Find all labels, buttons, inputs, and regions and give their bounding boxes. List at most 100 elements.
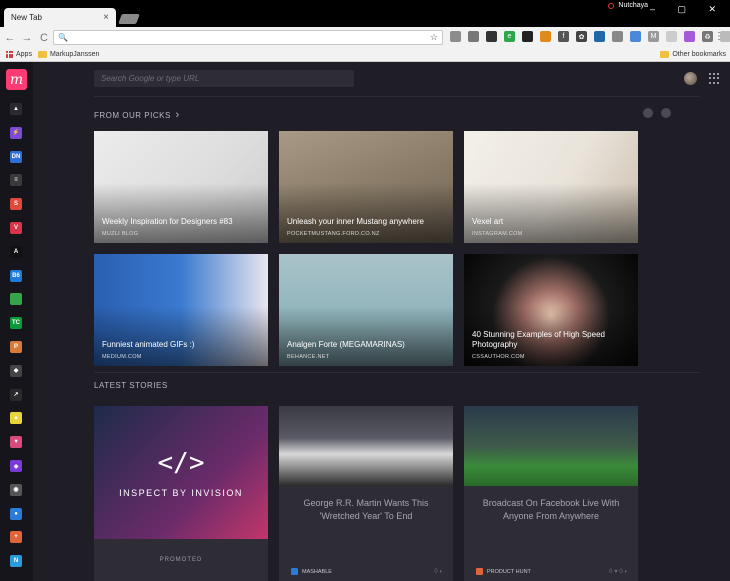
card-source: INSTAGRAM.COM [472, 231, 523, 237]
profile-button[interactable]: Nutchaya [608, 2, 648, 9]
sidebar-item-14[interactable]: ▲ [10, 412, 22, 425]
ext-5-icon[interactable] [522, 31, 533, 42]
story-counts: 0 ♥ 0 ◐ [609, 568, 628, 575]
ext-13-icon[interactable] [666, 31, 677, 42]
pick-card[interactable]: Analgen Forte (MEGAMARINAS) BEHANCE.NET [279, 254, 453, 366]
tab-new-tab[interactable]: New Tab × [4, 8, 116, 27]
picks-section-title[interactable]: FROM OUR PICKS › [94, 109, 180, 121]
sidebar-item-tc[interactable]: TC [10, 317, 22, 330]
folder-icon [37, 51, 47, 58]
browser-window: New Tab × Nutchaya – ▢ ✕ ← → C 🔍 ☆ e f ✿ M ♻… [0, 0, 730, 581]
sidebar-item-16[interactable]: ◈ [10, 460, 22, 472]
card-title: Weekly Inspiration for Designers #83 [102, 217, 233, 226]
sidebar-item-2[interactable]: ⚡ [10, 126, 22, 139]
ext-15-icon[interactable]: ♻ [702, 31, 713, 42]
story-image [279, 406, 453, 486]
divider [94, 96, 700, 97]
source-icon [476, 568, 483, 575]
browser-toolbar: ← → C 🔍 ☆ e f ✿ M ♻ ⋮ [0, 27, 730, 48]
window-controls[interactable]: – ▢ ✕ [650, 4, 726, 15]
muzli-sidebar: m ▲ ⚡ DN ≡ S V A B6 TC P ◆ ↗ ▲ ♥ ◈ ◉ ● + N [0, 62, 33, 581]
story-counts: 0 ◐ [434, 568, 443, 575]
ext-14-icon[interactable] [684, 31, 695, 42]
ext-4-icon[interactable]: e [504, 31, 515, 42]
recent-filter-icon[interactable] [661, 108, 671, 118]
ext-7-icon[interactable]: f [558, 31, 569, 42]
tab-title: New Tab [11, 13, 42, 22]
promo-headline: INSPECT BY INVISION [119, 488, 243, 498]
promoted-story-card[interactable]: </> INSPECT BY INVISION PROMOTED [94, 406, 268, 581]
address-bar[interactable]: 🔍 ☆ [53, 30, 443, 45]
sidebar-item-12[interactable]: ◆ [10, 364, 22, 377]
ext-2-icon[interactable] [468, 31, 479, 42]
profile-icon [608, 2, 615, 9]
sidebar-item-20[interactable]: N [10, 555, 22, 568]
back-arrow-icon[interactable]: ← [3, 32, 17, 44]
story-image [464, 406, 638, 486]
source-icon [291, 568, 298, 575]
pick-card[interactable]: Unleash your inner Mustang anywhere POCKE… [279, 131, 453, 243]
muzli-logo[interactable]: m [6, 69, 27, 90]
bookmark-folder-markupjanssen[interactable]: MarkupJanssen [37, 51, 100, 58]
pick-card[interactable]: Weekly Inspiration for Designers #83 MUZL… [94, 131, 268, 243]
card-source: MUZLI BLOG [102, 231, 139, 237]
sidebar-item-1[interactable]: ▲ [10, 103, 22, 115]
browser-menu-icon[interactable]: ⋮ [714, 31, 724, 42]
apps-grid-icon[interactable] [709, 73, 720, 84]
main-content: Search Google or type URL FROM OUR PICKS… [33, 62, 730, 581]
ext-12-icon[interactable]: M [648, 31, 659, 42]
reload-icon[interactable]: C [37, 32, 51, 44]
hot-filter-icon[interactable] [643, 108, 653, 118]
search-input[interactable]: Search Google or type URL [94, 70, 354, 87]
pick-card[interactable]: 40 Stunning Examples of High Speed Photo… [464, 254, 638, 366]
story-card[interactable]: George R.R. Martin Wants This 'Wretched … [279, 406, 453, 581]
sidebar-item-p[interactable]: P [10, 341, 22, 353]
bookmark-star-icon[interactable]: ☆ [430, 32, 438, 43]
ext-8-icon[interactable]: ✿ [576, 31, 587, 42]
latest-section-title: LATEST STORIES [94, 381, 168, 390]
ext-11-icon[interactable] [630, 31, 641, 42]
picks-title-text: FROM OUR PICKS [94, 111, 171, 120]
sidebar-item-15[interactable]: ♥ [10, 436, 22, 449]
sidebar-item-7[interactable]: A [10, 245, 22, 258]
apps-icon [6, 51, 13, 58]
ext-1-icon[interactable] [450, 31, 461, 42]
bookmarks-bar: Apps MarkupJanssen Other bookmarks [0, 48, 730, 62]
profile-name: Nutchaya [618, 2, 648, 9]
sidebar-item-17[interactable]: ◉ [10, 483, 22, 496]
story-source: PRODUCT HUNT [487, 568, 531, 575]
ext-6-icon[interactable] [540, 31, 551, 42]
divider [94, 372, 700, 373]
chevron-right-icon: › [175, 109, 180, 121]
ext-10-icon[interactable] [612, 31, 623, 42]
pick-card[interactable]: Funniest animated GIFs :) MEDIUM.COM [94, 254, 268, 366]
promo-tag: PROMOTED [94, 539, 268, 581]
sidebar-item-8[interactable]: B6 [10, 269, 22, 282]
ext-9-icon[interactable] [594, 31, 605, 42]
story-source: MASHABLE [302, 568, 332, 575]
pick-card[interactable]: Vexel art INSTAGRAM.COM [464, 131, 638, 243]
code-brackets-icon: </> [157, 448, 205, 478]
sidebar-item-18[interactable]: ● [10, 507, 22, 520]
card-title: Unleash your inner Mustang anywhere [287, 217, 424, 226]
story-footer: MASHABLE 0 ◐ [291, 568, 443, 575]
sidebar-item-6[interactable]: V [10, 222, 22, 234]
sidebar-item-dn[interactable]: DN [10, 150, 22, 163]
sidebar-item-4[interactable]: ≡ [10, 174, 22, 187]
sidebar-item-5[interactable]: S [10, 198, 22, 211]
story-title: Broadcast On Facebook Live With Anyone F… [482, 498, 620, 521]
new-tab-button[interactable] [118, 14, 140, 24]
bookmark-apps[interactable]: Apps [6, 51, 32, 58]
card-source: BEHANCE.NET [287, 354, 330, 360]
forward-arrow-icon[interactable]: → [20, 32, 34, 44]
omnibox-search-icon: 🔍 [58, 33, 68, 42]
avatar[interactable] [684, 72, 697, 85]
sidebar-item-13[interactable]: ↗ [10, 388, 22, 401]
close-icon[interactable]: × [103, 12, 109, 23]
other-bookmarks[interactable]: Other bookmarks [660, 51, 726, 58]
story-card[interactable]: Broadcast On Facebook Live With Anyone F… [464, 406, 638, 581]
bookmark-folder-label: MarkupJanssen [49, 51, 100, 58]
sidebar-item-9[interactable] [10, 293, 22, 306]
ext-3-icon[interactable] [486, 31, 497, 42]
sidebar-item-19[interactable]: + [10, 531, 22, 544]
